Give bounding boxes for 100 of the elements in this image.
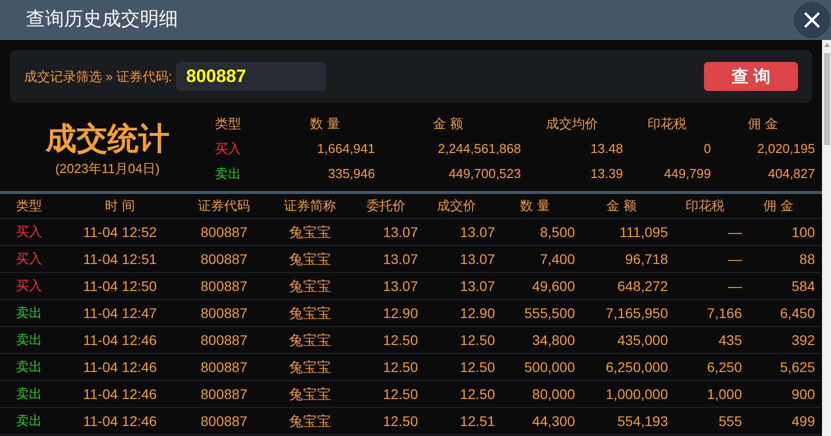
window-title: 查询历史成交明细 [26, 8, 178, 32]
table-cell-text: 11-04 12:46 [82, 358, 158, 376]
table-cell-text: — [727, 222, 742, 242]
table-cell-text: 13.39 [589, 165, 623, 184]
table-cell-text: 0 [702, 140, 711, 158]
table-cell-text: 800887 [200, 222, 248, 242]
table-cell-text: 11-04 12:46 [82, 412, 158, 430]
close-icon [802, 10, 822, 30]
column-header: 印花税 [646, 115, 688, 134]
code-field[interactable]: 800887 [176, 62, 326, 91]
table-cell-text: 800887 [200, 276, 248, 296]
table-cell-text: 96,718 [624, 250, 668, 268]
table-cell-text: 7,165,950 [604, 304, 668, 322]
table-cell-text: 卖出 [15, 331, 43, 350]
query-button[interactable]: 查 询 [704, 62, 798, 91]
column-header: 时 间 [104, 197, 136, 216]
table-cell-text: 卖出 [215, 165, 242, 184]
table-cell-text: 11-04 12:46 [82, 330, 158, 350]
table-cell-text: 卖出 [15, 358, 43, 376]
table-cell-text: 1,664,941 [316, 140, 375, 158]
table-cell-text: 435 [718, 330, 742, 350]
stats-date: (2023年11月04日) [55, 160, 160, 178]
column-header: 数 量 [309, 115, 341, 134]
table-cell-text: 12.50 [458, 358, 495, 376]
table-cell-text: 兔宝宝 [288, 304, 332, 322]
table-cell-text: 13.07 [382, 222, 418, 242]
table-cell-text: 111,095 [618, 222, 668, 242]
table-cell-text: 435,000 [616, 330, 668, 350]
table-cell-text: 800887 [200, 358, 248, 376]
table-cell-text: 卖出 [15, 304, 43, 322]
table-cell-text: 800887 [200, 384, 248, 404]
table-cell-text: 12.50 [382, 358, 418, 376]
table-cell-text: 13.07 [458, 222, 495, 242]
scroll-up-icon[interactable] [824, 43, 830, 47]
table-cell-text: 7,400 [538, 250, 575, 268]
table-cell-text: 兔宝宝 [288, 276, 332, 296]
table-cell-text: 买入 [215, 140, 242, 158]
table-cell-text: 8,500 [538, 222, 575, 242]
table-cell-text: 兔宝宝 [288, 412, 332, 430]
table-cell-text: 11-04 12:46 [82, 384, 158, 404]
column-header: 佣 金 [762, 197, 794, 216]
table-cell-text: 13.07 [458, 276, 495, 296]
table-cell-text: 80,000 [531, 384, 575, 404]
table-cell-text: 11-04 12:51 [82, 250, 158, 268]
table-cell-text: 800887 [200, 250, 248, 268]
scroll-thumb[interactable] [824, 53, 830, 145]
table-cell-text: 555 [718, 412, 742, 430]
table-cell-text: 800887 [200, 304, 248, 322]
table-cell-text: 100 [790, 222, 815, 242]
column-header: 成交均价 [545, 115, 599, 134]
table-cell-text: 554,193 [616, 412, 668, 430]
table-cell-text: 404,827 [767, 165, 815, 184]
table-cell-text: 13.07 [382, 250, 418, 268]
column-header: 类型 [215, 115, 242, 134]
table-cell-text: 兔宝宝 [288, 222, 332, 242]
column-header: 委托价 [366, 197, 406, 216]
table-cell-text: 12.90 [458, 304, 495, 322]
table-cell-text: — [727, 250, 742, 268]
table-cell-text: 12.50 [458, 384, 495, 404]
column-header: 类型 [15, 197, 43, 216]
table-cell-text: 12.51 [458, 412, 495, 430]
filter-label: 成交记录筛选 » 证券代码: [24, 68, 172, 86]
table-cell-text: 499 [790, 412, 815, 430]
table-cell-text: 584 [790, 276, 815, 296]
table-cell-text: 卖出 [15, 385, 43, 404]
stats-title: 成交统计 [46, 120, 170, 158]
table-cell-text: 449,799 [663, 165, 711, 184]
table-cell-text: 兔宝宝 [288, 330, 332, 350]
table-cell-text: 13.07 [458, 250, 495, 268]
table-cell-text: 卖出 [15, 412, 43, 430]
table-cell-text: 7,166 [706, 304, 742, 322]
table-cell-text: 34,800 [531, 330, 575, 350]
table-cell-text: 800887 [200, 412, 248, 430]
table-cell-text: 1,000,000 [604, 384, 668, 404]
table-cell-text: 1,000 [706, 384, 742, 404]
table-cell-text: 兔宝宝 [288, 358, 332, 376]
table-cell-text: 兔宝宝 [288, 250, 332, 268]
table-cell-text: 12.50 [382, 330, 418, 350]
scrollbar[interactable] [822, 40, 831, 436]
table-cell-text: 11-04 12:52 [82, 222, 158, 242]
column-header: 佣 金 [747, 115, 779, 134]
table-cell-text: 6,250 [706, 358, 742, 376]
table-cell-text: 11-04 12:50 [82, 276, 158, 296]
table-cell-text: 13.07 [382, 276, 418, 296]
table-cell-text: 392 [790, 330, 815, 350]
table-cell-text: 2,020,195 [756, 140, 815, 158]
close-button[interactable] [794, 2, 830, 38]
table-cell-text: 44,300 [531, 412, 575, 430]
table-cell-text: 买入 [15, 277, 43, 296]
table-cell-text: 13.48 [589, 140, 623, 158]
table-cell-text: 买入 [15, 250, 43, 268]
table-cell-text: 88 [798, 250, 815, 268]
column-header: 证券简称 [283, 197, 337, 216]
table-cell-text: 兔宝宝 [288, 384, 332, 404]
table-cell-text: 555,500 [523, 304, 575, 322]
column-header: 金 额 [606, 197, 638, 216]
table-cell-text: 6,450 [778, 304, 815, 322]
table-cell-text: 12.50 [382, 384, 418, 404]
column-header: 金 额 [432, 115, 464, 134]
column-header: 成交价 [436, 197, 477, 216]
